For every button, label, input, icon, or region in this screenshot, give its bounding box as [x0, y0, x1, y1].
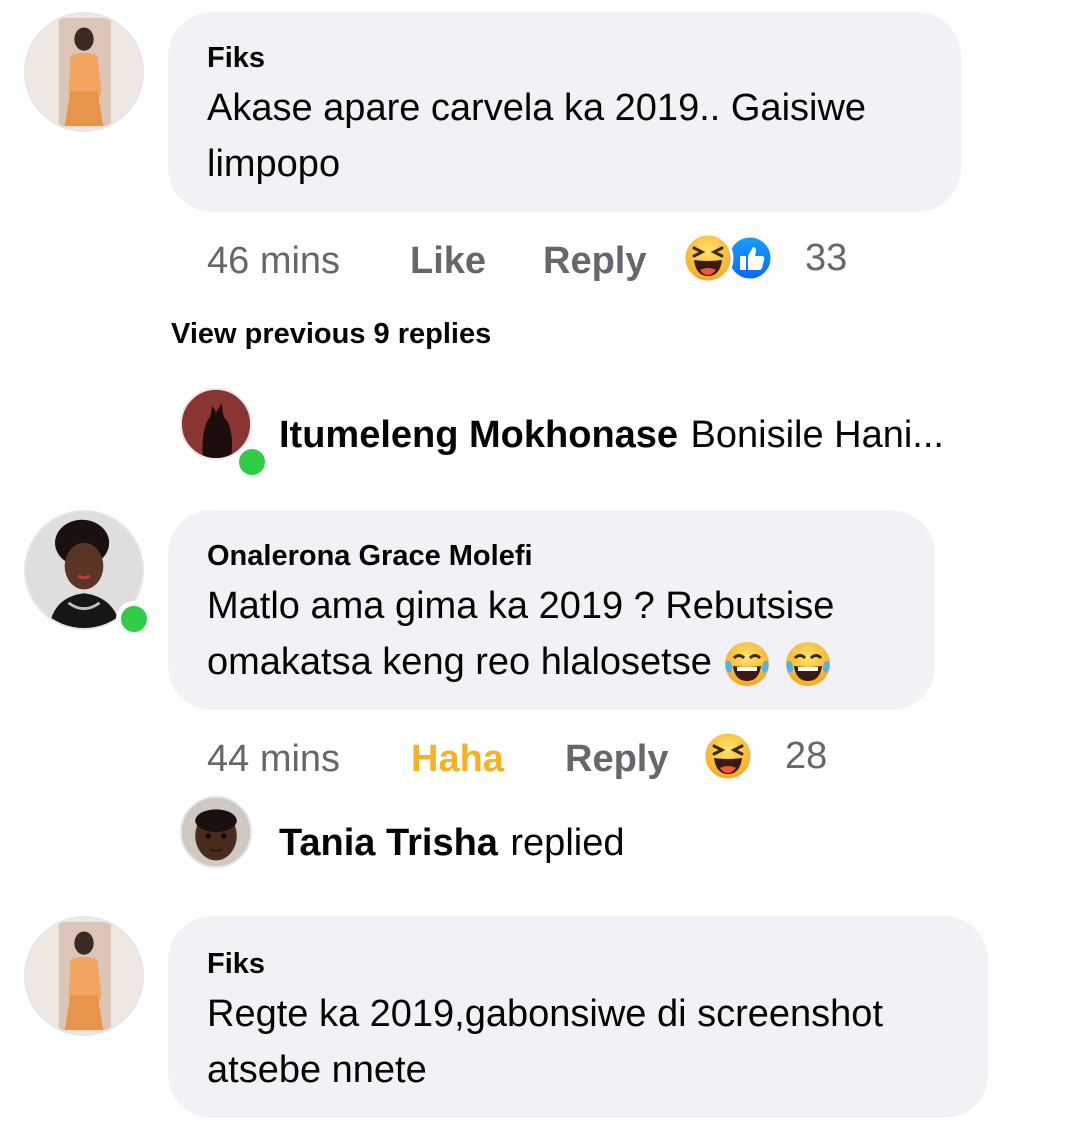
comment-bubble: Fiks Akase apare carvela ka 2019.. Gaisi…: [168, 12, 961, 212]
comment-text-line: limpopo: [207, 143, 341, 185]
haha-icon: [702, 730, 754, 782]
reactions[interactable]: [682, 232, 778, 284]
comment-author[interactable]: Onalerona Grace Molefi: [207, 540, 533, 573]
profile-photo: [26, 14, 142, 130]
reply-snippet: Bonisile Hani...: [690, 414, 944, 456]
like-button[interactable]: Like: [410, 240, 486, 283]
comment-text: Regte ka 2019,gabonsiwe di screenshot at…: [207, 986, 883, 1098]
comment-text-line: Regte ka 2019,gabonsiwe di screenshot: [207, 993, 884, 1035]
avatar[interactable]: [24, 916, 144, 1036]
comment-time: 44 mins: [207, 738, 341, 780]
joy-emoji: [725, 641, 770, 686]
comment-text-line: Matlo ama gima ka 2019 ? Rebutsise: [207, 585, 835, 627]
comment-text-line-2: omakatsa keng reo hlalosetse: [207, 634, 834, 690]
comment-author[interactable]: Fiks: [207, 42, 265, 75]
haha-button[interactable]: Haha: [411, 738, 504, 781]
reply-preview[interactable]: Itumeleng Mokhonase Bonisile Hani...: [279, 414, 944, 457]
reply-button[interactable]: Reply: [565, 738, 668, 781]
comment-text-line: Akase apare carvela ka 2019.. Gaisiwe: [207, 87, 867, 129]
online-indicator: [116, 601, 152, 637]
haha-icon: [682, 232, 734, 284]
comment-text: Akase apare carvela ka 2019.. Gaisiwe li…: [207, 80, 866, 192]
reaction-count[interactable]: 28: [785, 735, 827, 778]
joy-emoji: [785, 641, 830, 686]
reply-author[interactable]: Tania Trisha: [279, 822, 498, 864]
reply-button[interactable]: Reply: [543, 240, 646, 283]
reaction-count[interactable]: 33: [805, 237, 847, 280]
reply-preview[interactable]: Tania Trisha replied: [279, 822, 624, 865]
comment-text-line: omakatsa keng reo hlalosetse: [207, 641, 712, 683]
comment-text-line: atsebe nnete: [207, 1049, 427, 1091]
comment-bubble: Onalerona Grace Molefi Matlo ama gima ka…: [168, 510, 935, 710]
comment-author[interactable]: Fiks: [207, 948, 265, 981]
online-indicator: [234, 444, 270, 480]
view-previous-replies-link[interactable]: View previous 9 replies: [171, 318, 491, 351]
reply-author[interactable]: Itumeleng Mokhonase: [279, 414, 678, 456]
avatar[interactable]: [24, 12, 144, 132]
reply-snippet: replied: [510, 822, 625, 864]
comment-text: Matlo ama gima ka 2019 ? Rebutsise omaka…: [207, 578, 834, 690]
profile-photo: [26, 918, 142, 1034]
avatar[interactable]: [180, 796, 252, 868]
reactions[interactable]: [702, 730, 756, 784]
profile-photo: [182, 798, 250, 866]
comment-bubble: Fiks Regte ka 2019,gabonsiwe di screensh…: [168, 916, 988, 1118]
comment-time: 46 mins: [207, 240, 341, 282]
